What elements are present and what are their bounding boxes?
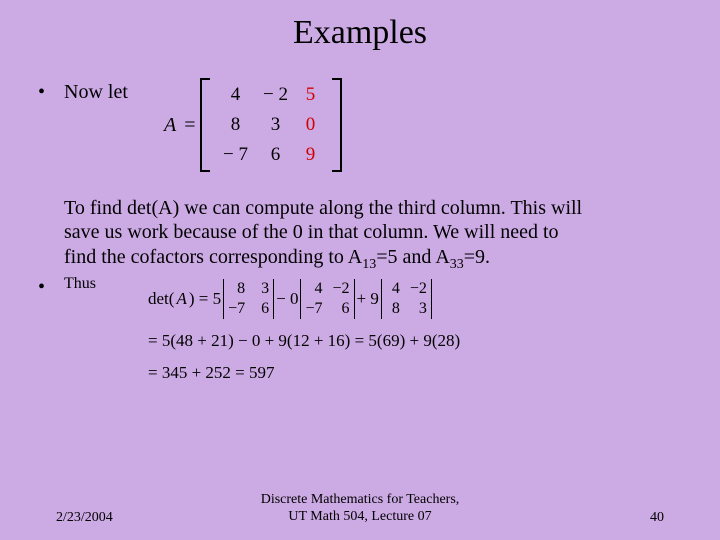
m-cell: 6 [256, 144, 296, 166]
para-line: find the cofactors corresponding to A [64, 246, 362, 268]
para-line: save us work because of the 0 in that co… [64, 221, 559, 243]
para-line: =5 and A [376, 246, 450, 268]
minor-cell: 4 [305, 279, 322, 298]
minor-cell: 6 [332, 299, 349, 318]
det-line-3: = 345 + 252 = 597 [148, 363, 460, 383]
subscript: 13 [362, 257, 376, 272]
subscript: 33 [450, 257, 464, 272]
matrix-var: A [164, 114, 176, 137]
explanation-paragraph: To find det(A) we can compute along the … [64, 196, 682, 273]
det-line-2: = 5(48 + 21) − 0 + 9(12 + 16) = 5(69) + … [148, 331, 460, 351]
minor-cell: 3 [255, 279, 269, 298]
footer: 2/23/2004 Discrete Mathematics for Teach… [0, 492, 720, 526]
bullet-marker: • [38, 80, 64, 104]
minor-cell: 8 [386, 299, 400, 318]
minor-cell: 8 [228, 279, 245, 298]
bullet-item-2: • Thus [38, 275, 96, 299]
body-area: • Now let [38, 80, 682, 105]
det-line-1: det(A) = 5 8 3 −7 6 − 0 4 −2 −7 6 + 9 4 … [148, 279, 460, 319]
minor-1: 8 3 −7 6 [223, 279, 274, 319]
m-cell-highlight: 0 [296, 114, 326, 136]
bullet-text-2: Thus [64, 275, 96, 293]
para-line: To find det(A) we can compute along the … [64, 197, 582, 219]
m-cell: 4 [216, 84, 256, 106]
minor-3: 4 −2 8 3 [381, 279, 432, 319]
footer-line: Discrete Mathematics for Teachers, [261, 492, 460, 507]
m-cell: 3 [256, 114, 296, 136]
matrix-grid: 4 − 2 5 8 3 0 − 7 6 9 [210, 78, 332, 172]
minor-2: 4 −2 −7 6 [300, 279, 354, 319]
determinant-expansion: det(A) = 5 8 3 −7 6 − 0 4 −2 −7 6 + 9 4 … [148, 279, 460, 384]
minor-cell: −7 [305, 299, 322, 318]
det-text: − 0 [276, 289, 298, 309]
minor-cell: 6 [255, 299, 269, 318]
slide-title: Examples [0, 14, 720, 52]
bracket-left [200, 78, 210, 172]
bullet-marker: • [38, 275, 64, 299]
minor-cell: −7 [228, 299, 245, 318]
det-text: + 9 [357, 289, 379, 309]
footer-date: 2/23/2004 [56, 510, 176, 526]
det-text: det( [148, 289, 174, 309]
footer-line: UT Math 504, Lecture 07 [288, 509, 431, 524]
minor-cell: −2 [332, 279, 349, 298]
minor-cell: 4 [386, 279, 400, 298]
m-cell: 8 [216, 114, 256, 136]
m-cell-highlight: 5 [296, 84, 326, 106]
equals-sign: = [184, 114, 195, 137]
bullet-text-1: Now let [64, 80, 128, 105]
minor-cell: −2 [410, 279, 427, 298]
m-cell-highlight: 9 [296, 144, 326, 166]
bracket-right [332, 78, 342, 172]
det-text: ) = 5 [189, 289, 221, 309]
para-line: =9. [464, 246, 490, 268]
slide: Examples • Now let A = 4 − 2 5 8 3 0 − 7… [0, 0, 720, 540]
m-cell: − 2 [256, 84, 296, 106]
matrix-equation: A = 4 − 2 5 8 3 0 − 7 6 9 [164, 78, 342, 172]
det-var: A [176, 289, 186, 309]
footer-page: 40 [544, 510, 664, 526]
minor-cell: 3 [410, 299, 427, 318]
bullet-item-1: • Now let [38, 80, 682, 105]
footer-center: Discrete Mathematics for Teachers, UT Ma… [176, 492, 544, 526]
m-cell: − 7 [216, 144, 256, 166]
